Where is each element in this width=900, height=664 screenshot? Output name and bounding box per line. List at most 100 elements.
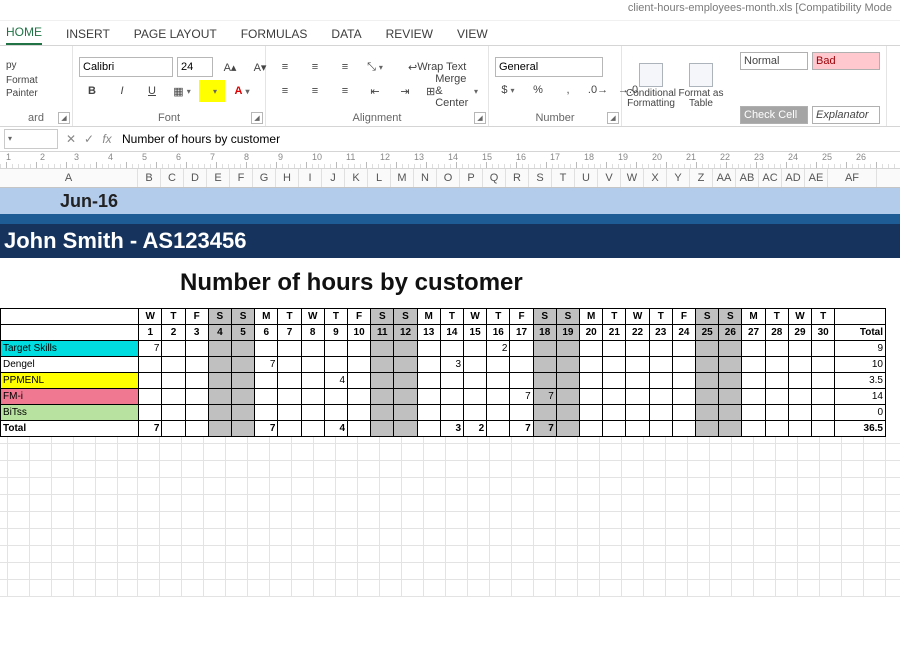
col-header[interactable]: W: [621, 169, 644, 187]
data-cell[interactable]: [487, 357, 510, 373]
col-header[interactable]: K: [345, 169, 368, 187]
col-header[interactable]: Y: [667, 169, 690, 187]
data-cell[interactable]: [301, 373, 324, 389]
data-cell[interactable]: [603, 405, 626, 421]
worksheet[interactable]: Jun-16 John Smith - AS123456 Number of h…: [0, 188, 900, 597]
data-cell[interactable]: [719, 389, 742, 405]
align-middle-icon[interactable]: ≡: [302, 56, 328, 78]
data-cell[interactable]: [580, 357, 603, 373]
data-cell[interactable]: [812, 405, 835, 421]
data-cell[interactable]: 7: [510, 421, 533, 437]
merge-center-button[interactable]: ⊞ Merge & Center: [422, 80, 482, 102]
orientation-icon[interactable]: ⤡: [362, 56, 388, 78]
data-cell[interactable]: [719, 421, 742, 437]
data-cell[interactable]: [510, 405, 533, 421]
percent-format-icon[interactable]: %: [525, 79, 551, 101]
data-cell[interactable]: [185, 405, 208, 421]
col-header[interactable]: AA: [713, 169, 736, 187]
data-cell[interactable]: [417, 373, 440, 389]
name-box[interactable]: [4, 129, 58, 149]
data-cell[interactable]: [696, 389, 719, 405]
data-cell[interactable]: [603, 373, 626, 389]
empty-grid[interactable]: [0, 437, 900, 597]
data-cell[interactable]: [649, 373, 672, 389]
data-cell[interactable]: [371, 357, 394, 373]
data-cell[interactable]: [394, 389, 417, 405]
style-normal[interactable]: Normal: [740, 52, 808, 70]
data-cell[interactable]: [788, 341, 811, 357]
data-cell[interactable]: [788, 421, 811, 437]
data-cell[interactable]: 2: [487, 341, 510, 357]
tab-page-layout[interactable]: PAGE LAYOUT: [134, 23, 217, 45]
data-cell[interactable]: [626, 357, 649, 373]
data-cell[interactable]: [742, 389, 765, 405]
data-cell[interactable]: [603, 357, 626, 373]
conditional-formatting-button[interactable]: Conditional Formatting: [628, 63, 674, 109]
data-cell[interactable]: [742, 373, 765, 389]
font-color-button[interactable]: A: [229, 80, 255, 102]
data-cell[interactable]: [348, 389, 371, 405]
cancel-icon[interactable]: ✕: [62, 132, 80, 146]
data-cell[interactable]: [371, 421, 394, 437]
data-cell[interactable]: [394, 421, 417, 437]
data-cell[interactable]: [371, 341, 394, 357]
font-dialog-launcher[interactable]: ◢: [251, 112, 263, 124]
accounting-format-icon[interactable]: $: [495, 79, 521, 101]
italic-button[interactable]: I: [109, 80, 135, 102]
data-cell[interactable]: [301, 341, 324, 357]
data-cell[interactable]: [765, 341, 788, 357]
data-cell[interactable]: [510, 373, 533, 389]
data-cell[interactable]: [812, 421, 835, 437]
data-cell[interactable]: [556, 421, 579, 437]
data-cell[interactable]: [765, 405, 788, 421]
data-cell[interactable]: [533, 341, 556, 357]
data-cell[interactable]: [603, 389, 626, 405]
data-cell[interactable]: [185, 357, 208, 373]
tab-insert[interactable]: INSERT: [66, 23, 110, 45]
data-cell[interactable]: [626, 421, 649, 437]
tab-review[interactable]: REVIEW: [386, 23, 433, 45]
data-cell[interactable]: [487, 421, 510, 437]
data-cell[interactable]: [556, 389, 579, 405]
data-cell[interactable]: 2: [464, 421, 487, 437]
col-header[interactable]: T: [552, 169, 575, 187]
data-cell[interactable]: [765, 373, 788, 389]
data-cell[interactable]: [788, 357, 811, 373]
data-cell[interactable]: [185, 389, 208, 405]
data-cell[interactable]: [556, 405, 579, 421]
data-cell[interactable]: [464, 389, 487, 405]
data-cell[interactable]: [719, 341, 742, 357]
data-cell[interactable]: [231, 373, 254, 389]
data-cell[interactable]: [440, 373, 463, 389]
data-cell[interactable]: 3: [440, 421, 463, 437]
data-cell[interactable]: [139, 389, 162, 405]
data-cell[interactable]: [742, 405, 765, 421]
data-cell[interactable]: [556, 341, 579, 357]
align-right-icon[interactable]: ≡: [332, 80, 358, 102]
tab-formulas[interactable]: FORMULAS: [241, 23, 308, 45]
data-cell[interactable]: [208, 389, 231, 405]
data-cell[interactable]: [348, 341, 371, 357]
data-cell[interactable]: [231, 389, 254, 405]
data-cell[interactable]: [278, 373, 301, 389]
col-header[interactable]: O: [437, 169, 460, 187]
data-cell[interactable]: [812, 373, 835, 389]
fill-color-button[interactable]: [199, 80, 225, 102]
format-as-table-button[interactable]: Format as Table: [678, 63, 724, 109]
data-cell[interactable]: [417, 405, 440, 421]
data-cell[interactable]: [139, 357, 162, 373]
data-cell[interactable]: 3: [440, 357, 463, 373]
col-header-A[interactable]: A: [0, 169, 138, 187]
data-cell[interactable]: [162, 357, 185, 373]
format-painter-button[interactable]: Format Painter: [6, 74, 66, 100]
data-cell[interactable]: [765, 357, 788, 373]
data-cell[interactable]: [464, 341, 487, 357]
col-header[interactable]: L: [368, 169, 391, 187]
col-header[interactable]: J: [322, 169, 345, 187]
data-cell[interactable]: [278, 341, 301, 357]
col-header[interactable]: AD: [782, 169, 805, 187]
data-cell[interactable]: [649, 421, 672, 437]
data-cell[interactable]: 7: [255, 357, 278, 373]
font-size-select[interactable]: [177, 57, 213, 77]
tab-view[interactable]: VIEW: [457, 23, 488, 45]
